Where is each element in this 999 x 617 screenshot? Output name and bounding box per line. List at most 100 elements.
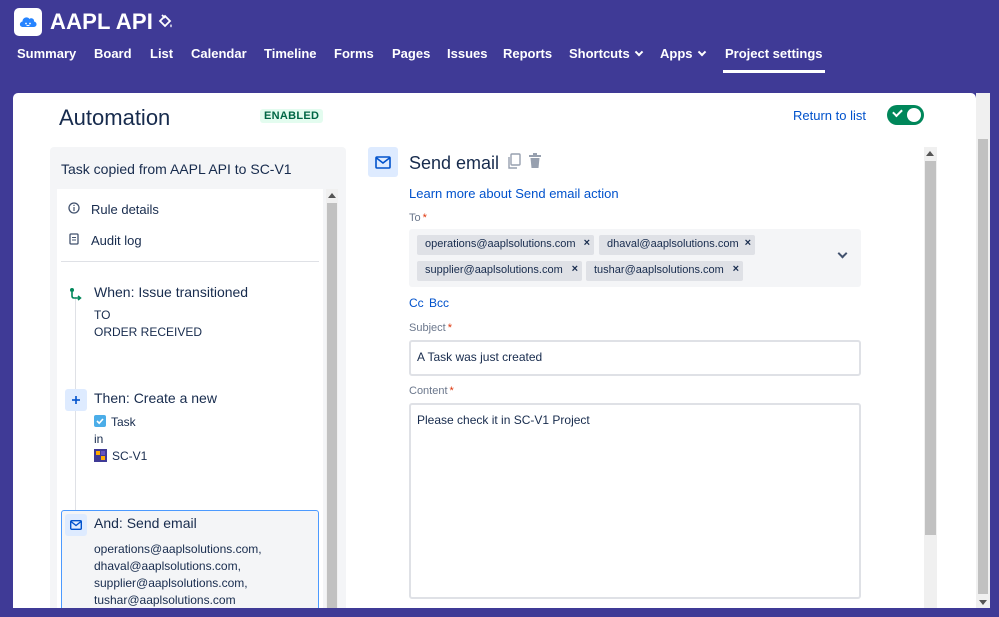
recipient-chip: supplier@aaplsolutions.com × [417,261,582,281]
trigger-title: When: Issue transitioned [94,284,249,300]
app-title[interactable]: AAPL API [50,9,153,35]
recipient-email: operations@aaplsolutions.com [425,238,576,250]
learn-more-link[interactable]: Learn more about Send email action [409,186,619,201]
clipboard-icon [67,233,81,248]
scrollbar-thumb[interactable] [327,203,337,608]
chevron-down-icon [634,47,643,57]
bcc-link[interactable]: Bcc [429,296,449,310]
nav-apps[interactable]: Apps [660,46,706,72]
create-title: Then: Create a new [94,390,217,406]
remove-recipient-icon[interactable]: × [572,263,578,275]
chevron-down-icon [697,47,706,57]
send-email-component[interactable]: And: Send email operations@aaplsolutions… [61,510,319,608]
scrollbar-thumb[interactable] [925,161,936,535]
recipient-chip: operations@aaplsolutions.com × [417,235,594,255]
content-label: Content * [409,385,454,397]
email-recipient: tushar@aaplsolutions.com [94,593,236,607]
mail-icon [368,147,398,177]
rule-details-item[interactable]: Rule details [67,202,159,217]
nav-summary[interactable]: Summary [17,46,76,72]
recipient-email: tushar@aaplsolutions.com [594,264,724,276]
subject-label-text: Subject [409,322,446,334]
nav-shortcuts-label: Shortcuts [569,46,630,61]
nav-project-settings[interactable]: Project settings [723,46,825,73]
page-scrollbar[interactable] [976,93,990,608]
email-recipient: supplier@aaplsolutions.com, [94,576,248,590]
required-mark: * [449,385,454,397]
subject-label: Subject * [409,322,452,334]
subject-input[interactable]: A Task was just created [409,340,861,376]
return-to-list-link[interactable]: Return to list [793,108,866,123]
project-name: SC-V1 [112,449,148,463]
nav-pages[interactable]: Pages [392,46,430,72]
automation-card: Automation ENABLED Return to list Task c… [13,93,976,608]
plus-icon [65,389,87,411]
rule-enabled-toggle[interactable] [887,105,924,125]
recipient-chip: tushar@aaplsolutions.com × [586,261,743,281]
trigger-to-label: TO [94,308,111,322]
status-badge: ENABLED [260,109,324,123]
issue-type: Task [111,415,136,429]
project-avatar-icon [94,449,107,462]
required-mark: * [422,212,427,224]
nav-issues[interactable]: Issues [447,46,487,72]
editor-title: Send email [409,153,500,173]
nav-calendar[interactable]: Calendar [191,46,247,72]
project-nav: Summary Board List Calendar Timeline For… [0,46,999,73]
recipient-email: supplier@aaplsolutions.com [425,264,563,276]
trash-icon[interactable] [528,153,542,169]
recipient-chip: dhaval@aaplsolutions.com × [599,235,755,255]
rule-details-label: Rule details [91,202,159,217]
content-textarea[interactable]: Please check it in SC-V1 Project [409,403,861,599]
nav-timeline[interactable]: Timeline [264,46,317,72]
issue-type-line: Task [94,415,136,429]
audit-log-label: Audit log [91,233,142,248]
to-label: To * [409,212,427,224]
mail-icon [65,514,87,536]
email-recipient: dhaval@aaplsolutions.com, [94,559,241,573]
page-title: Automation [59,105,171,130]
transition-icon [65,283,87,305]
toggle-knob [907,108,921,122]
remove-recipient-icon[interactable]: × [733,263,739,275]
nav-forms[interactable]: Forms [334,46,374,72]
info-icon [67,202,81,217]
rule-panel: Task copied from AAPL API to SC-V1 Rule … [50,147,346,608]
editor-scrollbar[interactable] [924,147,937,608]
nav-board[interactable]: Board [94,46,132,72]
trigger-component[interactable]: When: Issue transitioned TO ORDER RECEIV… [61,281,319,341]
rule-components-list: Rule details Audit log When: Issue trans… [57,189,323,608]
scroll-up-icon[interactable] [328,193,336,198]
scroll-down-icon[interactable] [979,600,987,605]
to-recipients-field[interactable]: operations@aaplsolutions.com × dhaval@aap… [409,229,861,287]
email-recipient: operations@aaplsolutions.com, [94,542,262,556]
content-label-text: Content [409,385,448,397]
nav-list[interactable]: List [150,46,173,72]
recipient-email: dhaval@aaplsolutions.com [607,238,739,250]
remove-recipient-icon[interactable]: × [584,237,590,249]
cc-link[interactable]: Cc [409,296,424,310]
cloud-icon[interactable] [14,8,42,36]
scrollbar-thumb[interactable] [978,139,988,594]
nav-shortcuts[interactable]: Shortcuts [569,46,643,72]
create-issue-component[interactable]: Then: Create a new Task in SC-V1 [61,387,319,467]
copy-icon[interactable] [507,153,521,169]
rule-panel-scrollbar[interactable] [326,189,338,608]
remove-recipient-icon[interactable]: × [745,237,751,249]
nav-apps-label: Apps [660,46,693,61]
paint-bucket-icon[interactable] [157,13,175,31]
scroll-up-icon[interactable] [926,151,934,156]
audit-log-item[interactable]: Audit log [67,233,142,248]
task-type-icon [94,415,106,427]
send-email-title: And: Send email [94,515,197,531]
check-icon [892,106,903,118]
rule-name: Task copied from AAPL API to SC-V1 [61,161,292,177]
in-label: in [94,432,104,446]
divider [61,261,319,262]
nav-reports[interactable]: Reports [503,46,552,72]
project-line: SC-V1 [94,449,147,463]
required-mark: * [447,322,452,334]
top-header: AAPL API [0,0,999,44]
trigger-status: ORDER RECEIVED [94,325,203,339]
to-label-text: To [409,212,421,224]
